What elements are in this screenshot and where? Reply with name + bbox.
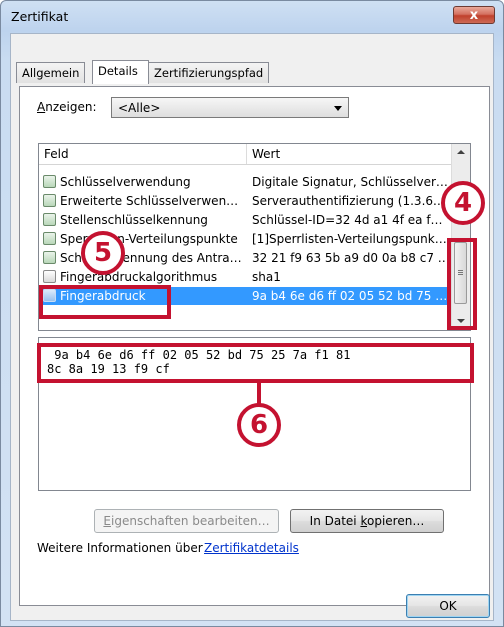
certificate-extension-icon [43, 232, 56, 245]
column-divider[interactable] [246, 144, 247, 164]
certificate-extension-icon [43, 175, 56, 188]
field-value: 32 21 f9 63 5b a9 d0 0a b8 c7 … [252, 251, 450, 265]
tab-details[interactable]: Details [92, 60, 149, 84]
certificate-extension-icon [43, 251, 56, 264]
tab-zertifizierungspfad[interactable]: Zertifizierungspfad [148, 62, 270, 83]
tab-allgemein[interactable]: Allgemein [16, 62, 86, 83]
list-item[interactable]: Schlüsselverwendung Digitale Signatur, S… [39, 173, 451, 191]
column-header-feld[interactable]: Feld [44, 147, 69, 161]
annotation-badge-6: 6 [237, 403, 281, 447]
more-info-text: Weitere Informationen über [37, 541, 203, 555]
chevron-down-icon [334, 106, 342, 111]
field-name: Schlüsselverwendung [60, 175, 191, 189]
field-value: 9a b4 6e d6 ff 02 05 52 bd 75 … [252, 289, 448, 303]
show-dropdown[interactable]: <Alle> [111, 97, 349, 118]
copy-to-file-button[interactable]: In Datei kopieren… [290, 509, 444, 533]
annotation-badge-5: 5 [81, 231, 125, 275]
title-bar[interactable]: Zertifikat x [1, 1, 503, 31]
ok-button[interactable]: OK [406, 594, 490, 618]
show-dropdown-value: <Alle> [118, 101, 161, 115]
close-button[interactable]: x [453, 6, 495, 24]
annotation-box-5 [39, 285, 171, 319]
list-item[interactable]: Stellenschlüsselkennung Schlüssel-ID=32 … [39, 211, 451, 229]
list-item[interactable]: Erweiterte Schlüsselverwen… Serverauthen… [39, 192, 451, 210]
field-value: Schlüssel-ID=32 4d a1 4f ea f… [252, 213, 443, 227]
field-value: Digitale Signatur, Schlüsselver… [252, 175, 448, 189]
certificate-details-link[interactable]: Zertifikatdetails [204, 541, 299, 555]
annotation-badge-4: 4 [441, 181, 485, 225]
list-header: Feld Wert [39, 144, 451, 165]
document-icon [43, 270, 56, 283]
field-name: Erweiterte Schlüsselverwen… [60, 194, 239, 208]
show-label: Anzeigen: [37, 100, 97, 114]
certificate-dialog: Zertifikat x Allgemein Details Zertifizi… [0, 0, 504, 627]
annotation-box-6 [37, 343, 474, 383]
field-name: Stellenschlüsselkennung [60, 213, 208, 227]
field-name: Fingerabdruckalgorithmus [60, 270, 218, 284]
edit-properties-button[interactable]: Eigenschaften bearbeiten… [94, 509, 279, 533]
annotation-leader-6 [257, 383, 261, 405]
column-header-wert[interactable]: Wert [252, 147, 280, 161]
certificate-extension-icon [43, 194, 56, 207]
window-title: Zertifikat [11, 9, 69, 24]
certificate-extension-icon [43, 213, 56, 226]
field-value: Serverauthentifizierung (1.3.6.… [252, 194, 449, 208]
field-value: sha1 [252, 270, 281, 284]
scroll-up-icon[interactable] [457, 150, 465, 154]
annotation-box-4 [447, 238, 477, 330]
field-value: [1]Sperrlisten-Verteilungspunk… [252, 232, 447, 246]
